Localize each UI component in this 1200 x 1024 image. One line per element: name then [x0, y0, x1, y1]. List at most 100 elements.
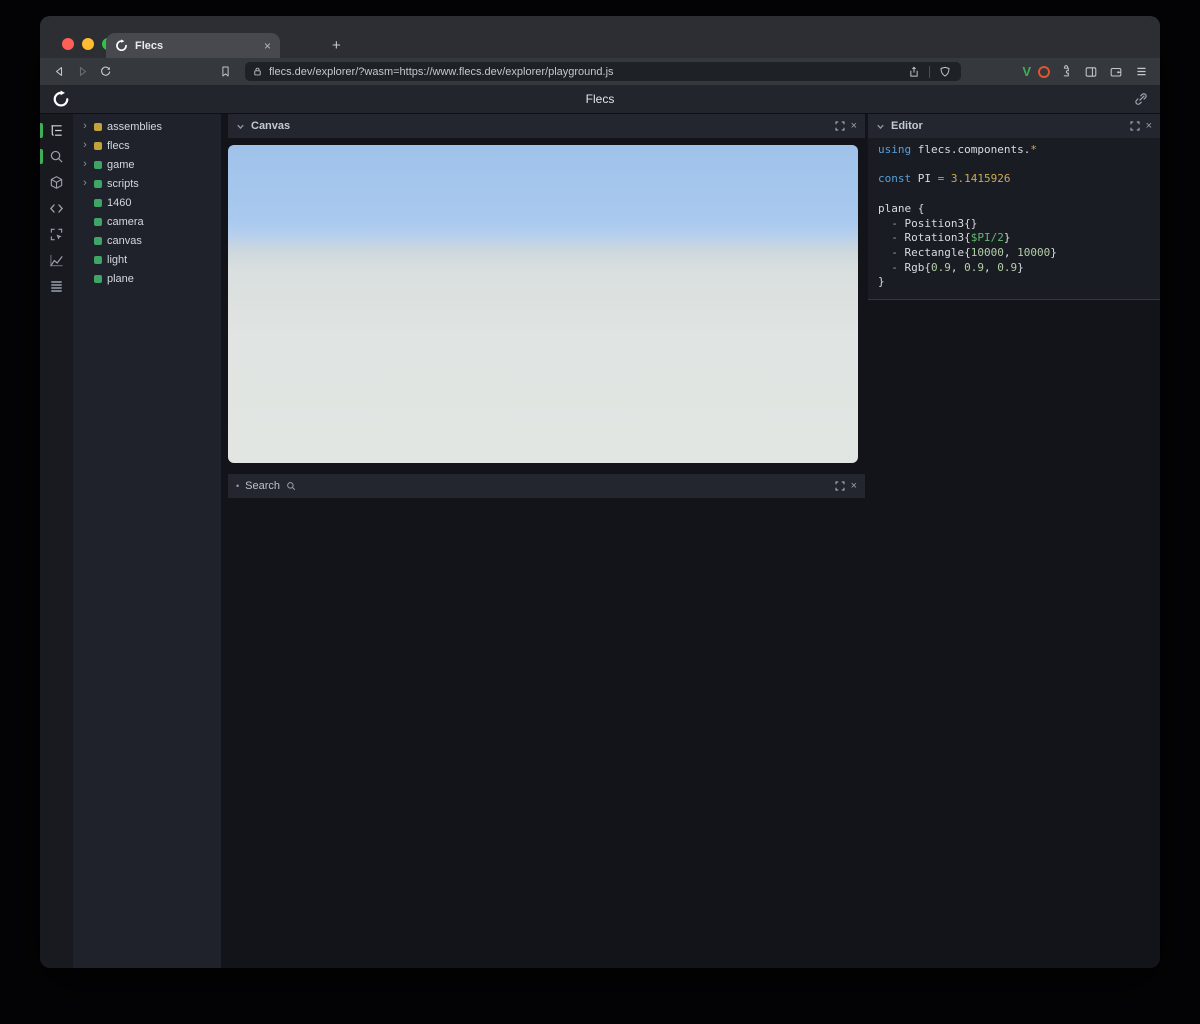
share-link-icon[interactable] [1134, 85, 1148, 113]
script-code-icon[interactable] [40, 200, 73, 217]
extension-orange-icon[interactable] [1038, 65, 1050, 78]
entity-color-square [94, 255, 102, 264]
extension-v-icon[interactable]: V [1022, 64, 1031, 79]
tree-item-flecs[interactable]: › flecs [73, 136, 221, 155]
expand-icon[interactable] [1129, 121, 1140, 131]
tree-item-label: plane [107, 272, 134, 285]
tree-item-label: 1460 [107, 196, 132, 209]
back-button[interactable] [50, 63, 68, 81]
entity-color-square [94, 122, 102, 131]
flecs-favicon [115, 39, 128, 52]
active-indicator [40, 149, 43, 164]
expand-arrow-icon[interactable]: › [81, 140, 89, 151]
rows-list-icon[interactable] [40, 278, 73, 295]
tab-close-icon[interactable]: × [264, 40, 271, 52]
code-line: - Rgb{0.9, 0.9, 0.9} [878, 260, 1024, 274]
tree-item-label: light [107, 253, 128, 266]
expand-arrow-icon[interactable]: › [81, 159, 89, 170]
code-line: using flecs.components.* [878, 143, 1037, 156]
brave-shield-icon[interactable] [936, 63, 954, 81]
extension-cluster: V [1022, 63, 1150, 81]
code-line: const PI = 3.1415926 [878, 172, 1011, 186]
tree-item-plane[interactable]: plane [73, 269, 221, 288]
entity-tree-icon[interactable] [40, 122, 73, 139]
menu-button[interactable] [1132, 63, 1150, 81]
stats-chart-icon[interactable] [40, 252, 73, 269]
entity-color-square [94, 236, 102, 245]
close-window-button[interactable] [62, 38, 74, 50]
extensions-puzzle-icon[interactable] [1057, 63, 1075, 81]
tree-item-label: scripts [107, 177, 139, 190]
tree-item-scripts[interactable]: › scripts [73, 174, 221, 193]
query-search-icon[interactable] [40, 148, 73, 165]
tab-title: Flecs [135, 39, 164, 52]
entity-color-square [94, 179, 102, 188]
inspect-cursor-icon[interactable] [40, 226, 73, 243]
code-line: - Rotation3{$PI/2} [878, 231, 1011, 245]
app-header: Flecs [40, 85, 1160, 114]
code-line: - Position3{} [878, 216, 978, 230]
search-panel-header[interactable]: • Search × [228, 474, 865, 498]
close-icon[interactable]: × [851, 120, 857, 132]
lock-icon [252, 66, 263, 77]
chevron-down-icon[interactable] [876, 122, 885, 131]
main-content: › assemblies › flecs › game › scripts 1460 camera… [40, 114, 1160, 968]
close-icon[interactable]: × [851, 480, 857, 492]
entity-color-square [94, 160, 102, 169]
reload-button[interactable] [96, 63, 114, 81]
tree-item-light[interactable]: light [73, 250, 221, 269]
tree-item-label: game [107, 158, 135, 171]
entity-color-square [94, 274, 102, 283]
expand-arrow-icon[interactable]: › [81, 178, 89, 189]
browser-tab[interactable]: Flecs × [106, 33, 280, 58]
entity-color-square [94, 217, 102, 226]
tab-strip: Flecs × + [40, 16, 1160, 58]
expand-arrow-icon[interactable]: › [81, 121, 89, 132]
bookmark-icon[interactable] [216, 63, 234, 81]
tree-item-label: camera [107, 215, 144, 228]
wallet-icon[interactable] [1107, 63, 1125, 81]
tree-item-label: flecs [107, 139, 130, 152]
canvas-panel-header[interactable]: Canvas × [228, 114, 865, 138]
editor-code[interactable]: using flecs.components.* const PI = 3.14… [868, 138, 1160, 301]
active-indicator [40, 123, 43, 138]
canvas-column: Canvas × • Search × [221, 114, 865, 968]
entity-tree-panel: › assemblies › flecs › game › scripts 1460 camera… [73, 114, 221, 968]
canvas-panel-title: Canvas [251, 120, 291, 132]
entity-color-square [94, 198, 102, 207]
tree-item-label: canvas [107, 234, 142, 247]
new-tab-button[interactable]: + [332, 37, 341, 54]
code-line: plane { [878, 201, 925, 215]
minimize-window-button[interactable] [82, 38, 94, 50]
tree-item-1460[interactable]: 1460 [73, 193, 221, 212]
address-bar[interactable]: flecs.dev/explorer/?wasm=https://www.fle… [245, 62, 962, 81]
tool-sidebar [40, 114, 73, 968]
search-icon [286, 481, 296, 491]
editor-panel-header[interactable]: Editor × [868, 114, 1160, 138]
expand-icon[interactable] [834, 481, 845, 491]
editor-column: Editor × using flecs.components.* const … [868, 114, 1160, 968]
browser-window: Flecs × + flecs.dev/explorer/?wasm=https… [40, 16, 1160, 968]
close-icon[interactable]: × [1146, 120, 1152, 132]
tree-item-assemblies[interactable]: › assemblies [73, 117, 221, 136]
code-line: - Rectangle{10000, 10000} [878, 245, 1057, 259]
forward-button[interactable] [73, 63, 91, 81]
chevron-down-icon[interactable] [236, 122, 245, 131]
share-icon[interactable] [905, 63, 923, 81]
tree-item-canvas[interactable]: canvas [73, 231, 221, 250]
sidebar-toggle-icon[interactable] [1082, 63, 1100, 81]
tree-item-label: assemblies [107, 120, 163, 133]
canvas-3d-viewport[interactable] [228, 145, 858, 463]
expand-icon[interactable] [834, 121, 845, 131]
code-line: } [878, 275, 885, 289]
navigation-bar: flecs.dev/explorer/?wasm=https://www.fle… [40, 58, 1160, 85]
entity-color-square [94, 141, 102, 150]
tree-item-game[interactable]: › game [73, 155, 221, 174]
workspace: Canvas × • Search × Editor × using flecs… [221, 114, 1160, 968]
tree-item-camera[interactable]: camera [73, 212, 221, 231]
url-text: flecs.dev/explorer/?wasm=https://www.fle… [269, 65, 614, 78]
components-cube-icon[interactable] [40, 174, 73, 191]
search-panel-title: Search [245, 480, 281, 492]
